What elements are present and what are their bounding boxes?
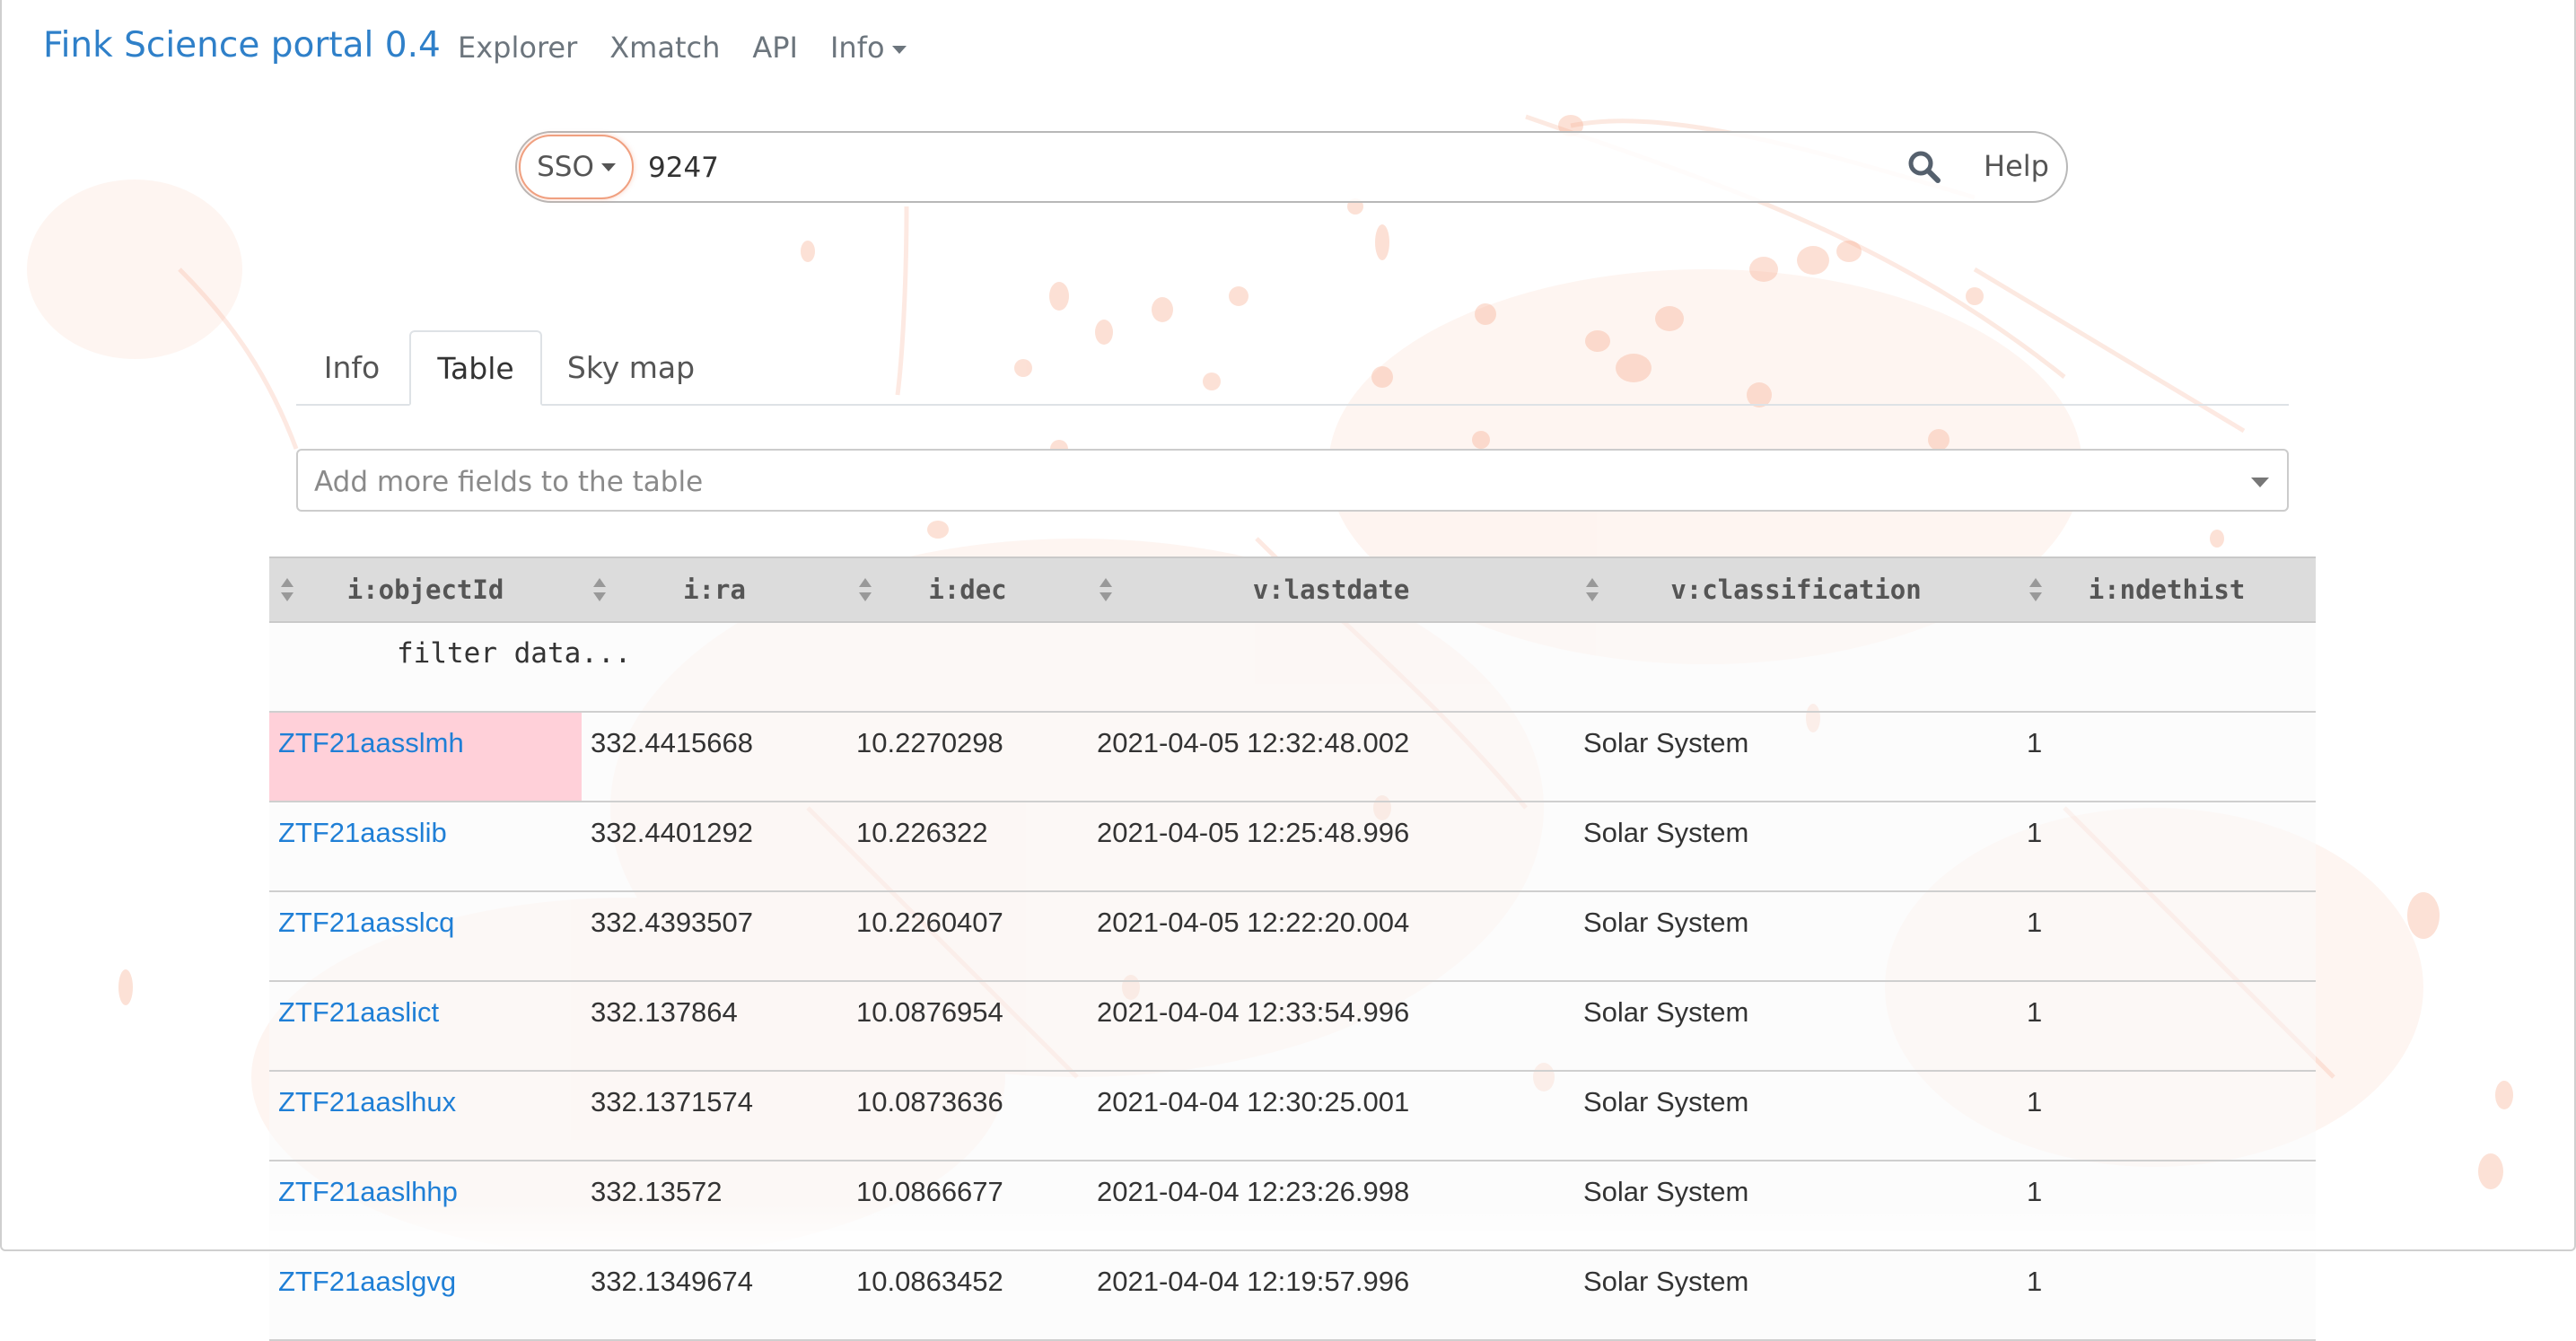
nav-xmatch[interactable]: Xmatch — [609, 31, 720, 65]
column-header-label: i:objectId — [346, 574, 504, 605]
filter-cell[interactable]: filter data... — [269, 622, 2316, 713]
cell-lastdate: 2021-04-04 12:19:57.996 — [1088, 1250, 1574, 1341]
tab-info[interactable]: Info — [296, 330, 407, 404]
cell-dec: 10.0873636 — [847, 1071, 1088, 1161]
column-header-dec[interactable]: i:dec — [847, 557, 1088, 623]
cell-ndethist: 1 — [2018, 802, 2316, 892]
column-header-label: i:dec — [928, 574, 1007, 605]
sort-icon[interactable] — [858, 576, 872, 603]
column-header-lastdate[interactable]: v:lastdate — [1088, 557, 1574, 623]
column-header-label: v:classification — [1670, 574, 1922, 605]
cell-lastdate: 2021-04-04 12:30:25.001 — [1088, 1071, 1574, 1161]
filter-input-objectid[interactable]: filter data... — [278, 637, 631, 670]
search-bar: SSO Help — [515, 131, 2068, 203]
cell-lastdate: 2021-04-05 12:25:48.996 — [1088, 802, 1574, 892]
object-id-link[interactable]: ZTF21aaslhux — [269, 1071, 582, 1161]
cell-dec: 10.0876954 — [847, 981, 1088, 1072]
filter-row: filter data... — [269, 622, 2316, 713]
add-fields-dropdown[interactable]: Add more fields to the table — [296, 449, 2289, 512]
object-id-link[interactable]: ZTF21aaslgvg — [269, 1250, 582, 1341]
search-icon[interactable] — [1906, 149, 1942, 185]
cell-ra: 332.13572 — [582, 1161, 847, 1251]
sort-icon[interactable] — [1099, 576, 1113, 603]
object-id-link[interactable]: ZTF21aasslcq — [269, 891, 582, 982]
cell-ndethist: 1 — [2018, 981, 2316, 1072]
sort-icon[interactable] — [1585, 576, 1599, 603]
navbar: Fink Science portal 0.4 Explorer Xmatch … — [0, 0, 2576, 93]
cell-ndethist: 1 — [2018, 891, 2316, 982]
cell-dec: 10.226322 — [847, 802, 1088, 892]
table-row[interactable]: ZTF21aaslhhp 332.13572 10.0866677 2021-0… — [269, 1161, 2316, 1251]
cell-classification: Solar System — [1574, 1250, 2018, 1341]
object-id-link[interactable]: ZTF21aasslmh — [269, 712, 582, 802]
column-header-classification[interactable]: v:classification — [1574, 557, 2018, 623]
cell-lastdate: 2021-04-05 12:32:48.002 — [1088, 712, 1574, 802]
results-table: i:objectId i:ra i:dec v:lastdate v:class… — [269, 557, 2316, 1341]
table-row[interactable]: ZTF21aasslmh 332.4415668 10.2270298 2021… — [269, 712, 2316, 802]
tab-table[interactable]: Table — [409, 330, 542, 406]
tab-sky-map[interactable]: Sky map — [546, 330, 716, 404]
table-row[interactable]: ZTF21aaslhux 332.1371574 10.0873636 2021… — [269, 1071, 2316, 1161]
cell-ra: 332.4415668 — [582, 712, 847, 802]
cell-ndethist: 1 — [2018, 1161, 2316, 1251]
column-header-label: i:ndethist — [2088, 574, 2246, 605]
cell-lastdate: 2021-04-05 12:22:20.004 — [1088, 891, 1574, 982]
search-mode-dropdown[interactable]: SSO — [519, 135, 634, 199]
column-header-ndethist[interactable]: i:ndethist — [2018, 557, 2316, 623]
table-row[interactable]: ZTF21aasslcq 332.4393507 10.2260407 2021… — [269, 891, 2316, 982]
sort-icon[interactable] — [2028, 576, 2043, 603]
cell-dec: 10.0866677 — [847, 1161, 1088, 1251]
chevron-down-icon — [2251, 478, 2269, 487]
cell-classification: Solar System — [1574, 1161, 2018, 1251]
cell-ra: 332.4401292 — [582, 802, 847, 892]
column-header-label: v:lastdate — [1252, 574, 1410, 605]
cell-classification: Solar System — [1574, 981, 2018, 1072]
search-mode-label: SSO — [537, 151, 594, 183]
nav-explorer[interactable]: Explorer — [458, 31, 577, 65]
nav-info-label: Info — [829, 31, 885, 65]
table-header-row: i:objectId i:ra i:dec v:lastdate v:class… — [269, 557, 2316, 623]
cell-dec: 10.2260407 — [847, 891, 1088, 982]
nav-info-dropdown[interactable]: Info — [830, 31, 907, 65]
search-input[interactable] — [646, 140, 1772, 196]
cell-classification: Solar System — [1574, 802, 2018, 892]
object-id-link[interactable]: ZTF21aasslib — [269, 802, 582, 892]
cell-classification: Solar System — [1574, 891, 2018, 982]
table-row[interactable]: ZTF21aaslict 332.137864 10.0876954 2021-… — [269, 981, 2316, 1072]
cell-classification: Solar System — [1574, 712, 2018, 802]
cell-lastdate: 2021-04-04 12:33:54.996 — [1088, 981, 1574, 1072]
cell-ndethist: 1 — [2018, 712, 2316, 802]
column-header-label: i:ra — [683, 574, 746, 605]
cell-dec: 10.2270298 — [847, 712, 1088, 802]
table-row[interactable]: ZTF21aaslgvg 332.1349674 10.0863452 2021… — [269, 1250, 2316, 1341]
nav-api[interactable]: API — [752, 31, 798, 65]
add-fields-placeholder: Add more fields to the table — [314, 466, 704, 498]
caret-down-icon — [891, 45, 907, 54]
cell-ndethist: 1 — [2018, 1250, 2316, 1341]
cell-dec: 10.0863452 — [847, 1250, 1088, 1341]
object-id-link[interactable]: ZTF21aaslict — [269, 981, 582, 1072]
table-row[interactable]: ZTF21aasslib 332.4401292 10.226322 2021-… — [269, 802, 2316, 892]
column-header-objectid[interactable]: i:objectId — [269, 557, 582, 623]
cell-ra: 332.137864 — [582, 981, 847, 1072]
cell-ra: 332.1371574 — [582, 1071, 847, 1161]
column-header-ra[interactable]: i:ra — [582, 557, 847, 623]
cell-ra: 332.1349674 — [582, 1250, 847, 1341]
object-id-link[interactable]: ZTF21aaslhhp — [269, 1161, 582, 1251]
cell-classification: Solar System — [1574, 1071, 2018, 1161]
brand-link[interactable]: Fink Science portal 0.4 — [43, 25, 441, 66]
cell-lastdate: 2021-04-04 12:23:26.998 — [1088, 1161, 1574, 1251]
caret-down-icon — [600, 162, 616, 171]
nav-links: Explorer Xmatch API Info — [458, 31, 939, 65]
sort-icon[interactable] — [592, 576, 607, 603]
result-tabs: Info Table Sky map — [296, 330, 2289, 406]
sort-icon[interactable] — [280, 576, 294, 603]
help-button[interactable]: Help — [1984, 149, 2049, 183]
cell-ndethist: 1 — [2018, 1071, 2316, 1161]
cell-ra: 332.4393507 — [582, 891, 847, 982]
